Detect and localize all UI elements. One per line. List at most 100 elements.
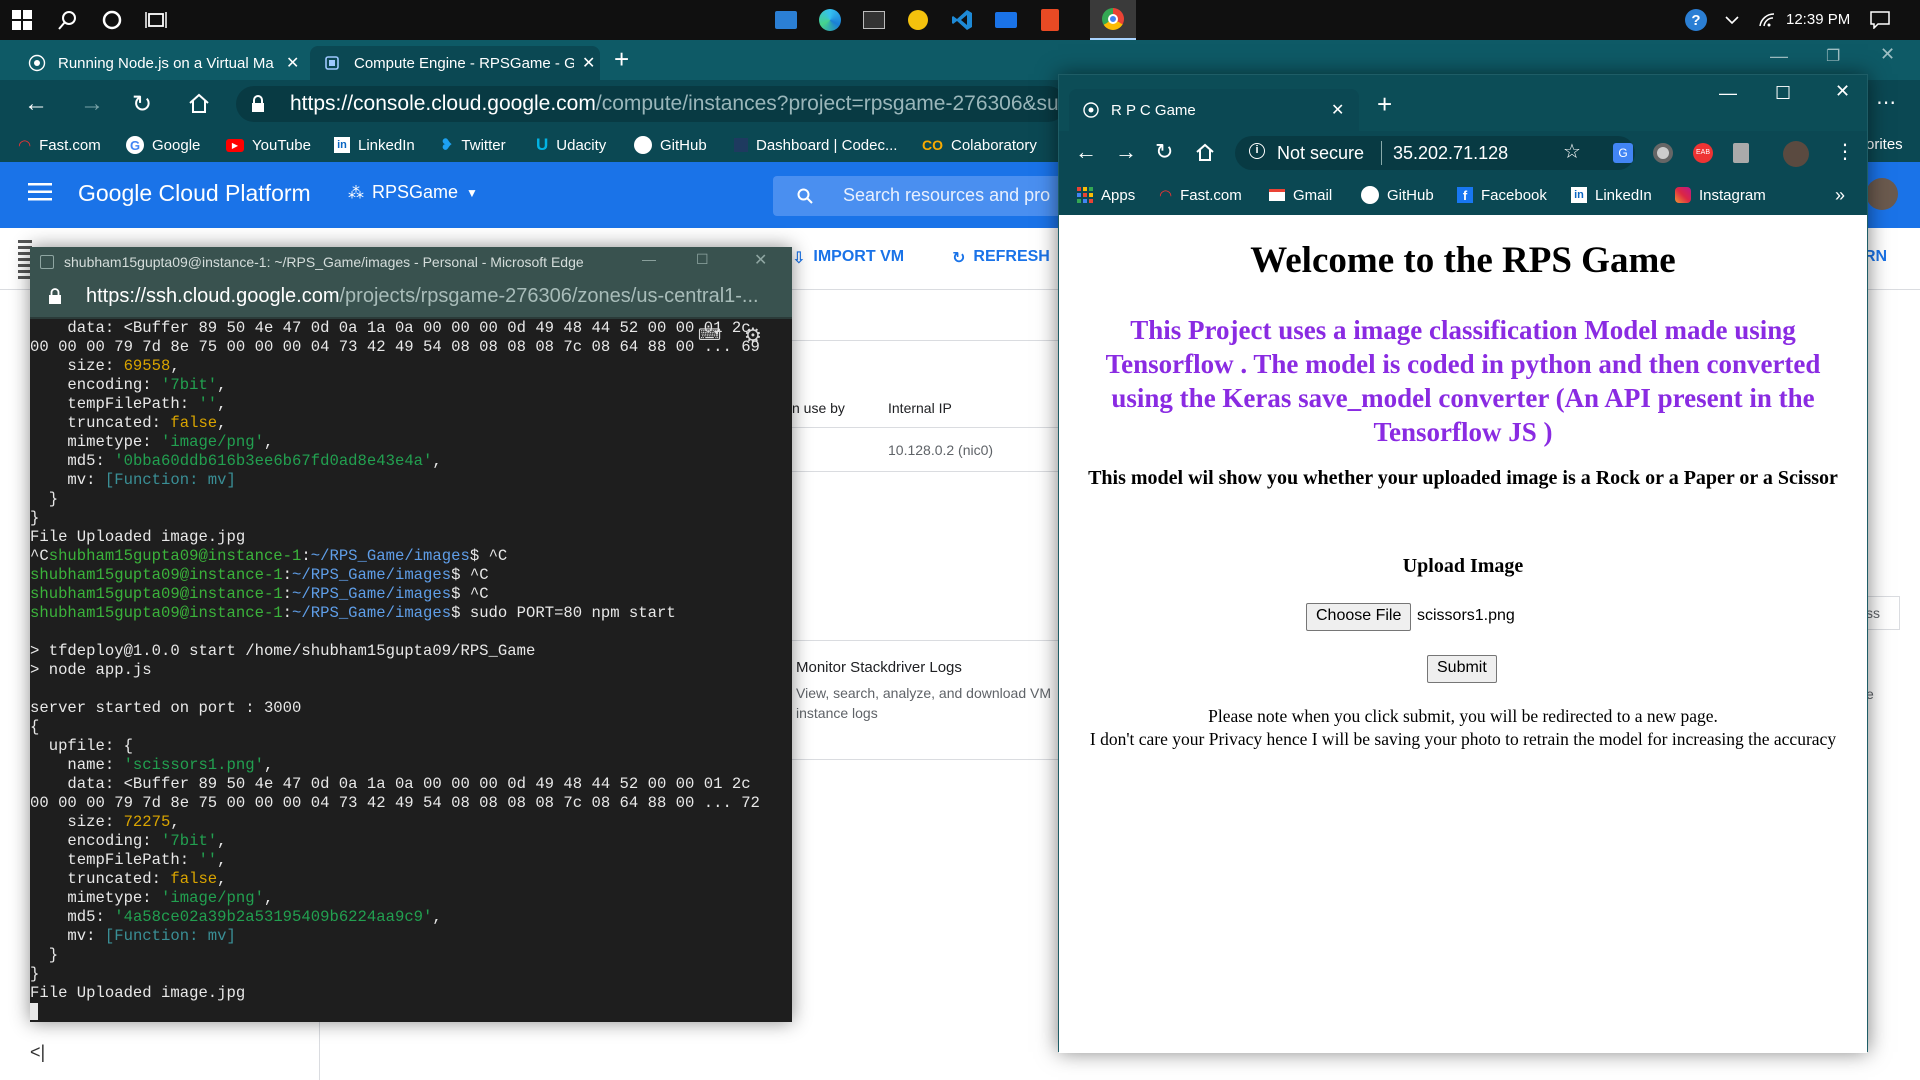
gcp-title[interactable]: Google Cloud Platform — [78, 180, 311, 207]
close-icon[interactable]: ✕ — [1331, 100, 1344, 120]
windows-taskbar: ? 12:39 PM — [0, 0, 1920, 40]
back-icon[interactable]: ← — [1075, 139, 1097, 165]
bookmark-udacity[interactable]: U Udacity — [536, 128, 606, 162]
chevron-up-icon[interactable] — [1712, 0, 1752, 40]
forward-icon[interactable]: → — [80, 90, 104, 118]
search-icon[interactable] — [48, 0, 88, 40]
import-vm-button[interactable]: ⇩ IMPORT VM — [792, 248, 904, 268]
bookmark-instagram[interactable]: Instagram — [1675, 178, 1766, 212]
bookmark-linkedin[interactable]: in LinkedIn — [1571, 178, 1652, 212]
bookmark-star-icon[interactable]: ☆ — [1563, 139, 1581, 164]
reload-icon[interactable]: ↻ — [1155, 139, 1173, 165]
bookmark-fastcom[interactable]: ◠ Fast.com — [1159, 178, 1242, 212]
terminal-line: 00 00 00 79 7d 8e 75 00 00 00 04 73 42 4… — [30, 338, 760, 356]
refresh-button[interactable]: ↻ REFRESH — [952, 248, 1050, 268]
bookmark-apps[interactable]: Apps — [1077, 178, 1135, 212]
bookmark-github[interactable]: GitHub — [634, 128, 707, 162]
search-box[interactable]: Search resources and pro — [773, 176, 1060, 216]
bookmark-google[interactable]: G Google — [126, 128, 200, 162]
close-window-icon[interactable]: ✕ — [1835, 81, 1850, 102]
project-selector[interactable]: ⁂ RPSGame ▼ — [348, 182, 478, 203]
apps-icon — [1077, 187, 1093, 203]
note-privacy: I don't care your Privacy hence I will b… — [1089, 729, 1837, 749]
maximize-icon[interactable]: ☐ — [696, 251, 709, 268]
mail-icon[interactable] — [986, 0, 1026, 40]
bookmark-facebook[interactable]: f Facebook — [1457, 178, 1547, 212]
edge-address-bar[interactable]: https://ssh.cloud.google.com/projects/rp… — [30, 277, 792, 317]
avatar[interactable] — [1866, 178, 1898, 210]
vscode-icon[interactable] — [942, 0, 982, 40]
tab-node-vm[interactable]: Running Node.js on a Virtual Ma ✕ — [14, 46, 304, 80]
terminal-icon[interactable] — [854, 0, 894, 40]
menu-icon[interactable] — [28, 183, 52, 201]
tab-compute-engine[interactable]: Compute Engine - RPSGame - G ✕ — [310, 46, 600, 80]
cortana-icon[interactable] — [92, 0, 132, 40]
bookmarks-bar: ◠ Fast.com G Google ▶ YouTube in LinkedIn ❥ T… — [0, 128, 1060, 162]
keyboard-icon[interactable]: ⌨ — [698, 325, 721, 345]
bookmark-twitter[interactable]: ❥ Twitter — [440, 128, 506, 162]
back-icon[interactable]: ← — [24, 90, 48, 118]
clock[interactable]: 12:39 PM — [1786, 11, 1850, 28]
windows-start-icon[interactable] — [2, 0, 42, 40]
not-secure-label[interactable]: Not secure — [1277, 143, 1364, 164]
close-icon[interactable]: ✕ — [286, 53, 299, 73]
edge-title: shubham15gupta09@instance-1: ~/RPS_Game/… — [64, 254, 584, 270]
ssh-terminal[interactable]: data: <Buffer 89 50 4e 47 0d 0a 1a 0a 00… — [30, 319, 792, 1022]
edge-title-bar: shubham15gupta09@instance-1: ~/RPS_Game/… — [30, 247, 792, 277]
minimize-icon[interactable]: — — [642, 251, 656, 267]
close-icon[interactable]: ✕ — [582, 53, 595, 73]
close-window-icon[interactable]: ✕ — [1880, 44, 1895, 65]
home-icon[interactable] — [188, 92, 210, 114]
bookmark-fastcom[interactable]: ◠ Fast.com — [18, 128, 101, 162]
new-tab-icon[interactable]: + — [1377, 89, 1392, 120]
bookmark-dashboard[interactable]: Dashboard | Codec... — [734, 128, 897, 162]
minimize-icon[interactable]: — — [1719, 83, 1737, 104]
maximize-icon[interactable]: ☐ — [1775, 83, 1791, 104]
bookmark-youtube[interactable]: ▶ YouTube — [226, 128, 311, 162]
edge-icon[interactable] — [810, 0, 850, 40]
bookmark-linkedin[interactable]: in LinkedIn — [334, 128, 415, 162]
translate-icon[interactable]: G — [1613, 143, 1633, 163]
url-bar[interactable]: https://console.cloud.google.com/compute… — [236, 86, 1066, 122]
avatar[interactable] — [1783, 141, 1809, 167]
note-redirect: Please note when you click submit, you w… — [1208, 706, 1718, 726]
more-vertical-icon[interactable]: ⋮ — [1835, 139, 1855, 164]
minimize-icon[interactable]: — — [1770, 46, 1788, 67]
task-view-icon[interactable] — [136, 0, 176, 40]
choose-file-button[interactable]: Choose File — [1306, 603, 1412, 631]
more-icon[interactable]: ⋯ — [1876, 90, 1896, 115]
url-text[interactable]: 35.202.71.128 — [1383, 143, 1508, 164]
tab-rpc-game[interactable]: R P C Game ✕ — [1069, 89, 1359, 131]
globe-icon — [1083, 102, 1099, 118]
home-icon[interactable] — [1195, 142, 1215, 162]
col-internal-ip[interactable]: Internal IP — [888, 400, 952, 416]
col-in-use-by[interactable]: n use by — [792, 400, 845, 416]
new-tab-icon[interactable]: + — [614, 44, 629, 75]
bookmark-colab[interactable]: CO Colaboratory — [922, 128, 1037, 162]
help-icon[interactable]: ? — [1676, 0, 1716, 40]
bookmark-gmail[interactable]: Gmail — [1269, 178, 1332, 212]
office-icon[interactable] — [1030, 0, 1070, 40]
forward-icon[interactable]: → — [1115, 139, 1137, 165]
close-icon[interactable]: ✕ — [754, 250, 767, 270]
maximize-icon[interactable]: ❐ — [1826, 46, 1840, 66]
reload-icon[interactable]: ↻ — [132, 90, 152, 119]
wifi-icon[interactable] — [1748, 0, 1788, 40]
stackdriver-card[interactable]: Monitor Stackdriver Logs View, search, a… — [790, 640, 1060, 760]
bookmark-github[interactable]: GitHub — [1361, 178, 1434, 212]
gear-icon[interactable]: ⚙ — [744, 323, 762, 348]
terminal-line: data: <Buffer 89 50 4e 47 0d 0a 1a 0a 00… — [30, 319, 751, 337]
extension-icon[interactable] — [1653, 143, 1673, 163]
bookmark-fragment[interactable]: orites — [1860, 128, 1920, 162]
notification-icon[interactable] — [1860, 0, 1900, 40]
gmail-icon — [1269, 189, 1285, 201]
collapse-sidebar-icon[interactable]: <| — [30, 1042, 45, 1063]
more-bookmarks-icon[interactable]: » — [1835, 178, 1845, 212]
docs-icon[interactable] — [1733, 143, 1749, 163]
chrome-taskbar-icon[interactable] — [1090, 0, 1136, 40]
adblock-icon[interactable]: EAB — [1693, 143, 1713, 163]
info-icon[interactable]: i — [1249, 143, 1265, 159]
submit-button[interactable]: Submit — [1427, 655, 1497, 683]
photos-icon[interactable] — [766, 0, 806, 40]
sticky-notes-icon[interactable] — [898, 0, 938, 40]
